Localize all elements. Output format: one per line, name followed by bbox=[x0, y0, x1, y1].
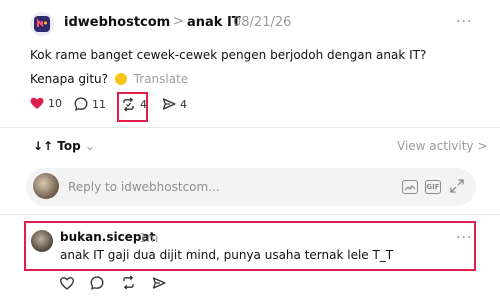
share-count: 4 bbox=[180, 97, 187, 111]
repost-count: 4 bbox=[140, 98, 147, 111]
send-icon bbox=[162, 98, 176, 110]
post-more-button[interactable]: ··· bbox=[456, 14, 472, 30]
comment-bubble-icon bbox=[90, 276, 104, 290]
view-activity-link[interactable]: View activity > bbox=[397, 139, 487, 153]
reply-avatar[interactable] bbox=[31, 230, 53, 252]
sort-dropdown[interactable]: ↓↑ Top ⌄ bbox=[33, 139, 95, 153]
post-text-question: Kenapa gitu? bbox=[30, 72, 109, 86]
image-attach-icon[interactable] bbox=[402, 180, 418, 194]
repost-icon bbox=[123, 97, 134, 112]
repost-icon bbox=[123, 275, 134, 290]
community-logo-icon bbox=[34, 16, 50, 32]
community-avatar[interactable] bbox=[30, 12, 54, 36]
post-divider bbox=[0, 127, 500, 128]
repost-button[interactable]: 4 bbox=[121, 97, 147, 112]
reply-highlight-box bbox=[24, 221, 476, 271]
reply-like-button[interactable] bbox=[60, 275, 74, 294]
image-glyph-icon bbox=[404, 184, 416, 190]
reply-divider bbox=[0, 214, 500, 215]
thinking-emoji-icon bbox=[114, 73, 127, 85]
send-icon bbox=[152, 277, 166, 289]
heart-outline-icon bbox=[60, 277, 74, 290]
sort-label: Top bbox=[57, 139, 81, 153]
comment-count: 11 bbox=[92, 97, 106, 111]
like-button[interactable]: 10 bbox=[30, 97, 62, 110]
comment-bubble-icon bbox=[74, 97, 88, 111]
expand-arrows-icon bbox=[450, 179, 464, 193]
post-text-line2: Kenapa gitu? Translate bbox=[30, 72, 188, 86]
reply-repost-button[interactable] bbox=[121, 275, 136, 294]
reply-share-button[interactable] bbox=[152, 275, 166, 294]
translate-link[interactable]: Translate bbox=[134, 72, 189, 86]
reply-input[interactable]: Reply to idwebhostcom... bbox=[68, 180, 220, 194]
user-avatar bbox=[33, 173, 59, 199]
reply-time: 1m bbox=[139, 231, 159, 245]
comment-button[interactable]: 11 bbox=[74, 97, 106, 111]
breadcrumb-separator: > bbox=[173, 14, 184, 29]
reply-more-button[interactable]: ··· bbox=[456, 230, 472, 246]
post-text-line1: Kok rame banget cewek-cewek pengen berjo… bbox=[30, 48, 427, 62]
reply-text: anak IT gaji dua dijit mind, punya usaha… bbox=[60, 248, 394, 262]
reply-comment-button[interactable] bbox=[90, 275, 104, 294]
sort-arrows-icon: ↓↑ bbox=[33, 139, 54, 153]
heart-filled-icon bbox=[30, 97, 44, 109]
post-date: 08/21/26 bbox=[233, 15, 292, 30]
gif-icon[interactable]: GIF bbox=[425, 180, 441, 194]
expand-icon[interactable] bbox=[449, 178, 465, 198]
chevron-down-icon: ⌄ bbox=[84, 139, 95, 153]
share-button[interactable]: 4 bbox=[162, 97, 187, 111]
post-author[interactable]: idwebhostcom bbox=[64, 15, 170, 30]
like-count: 10 bbox=[48, 97, 62, 110]
